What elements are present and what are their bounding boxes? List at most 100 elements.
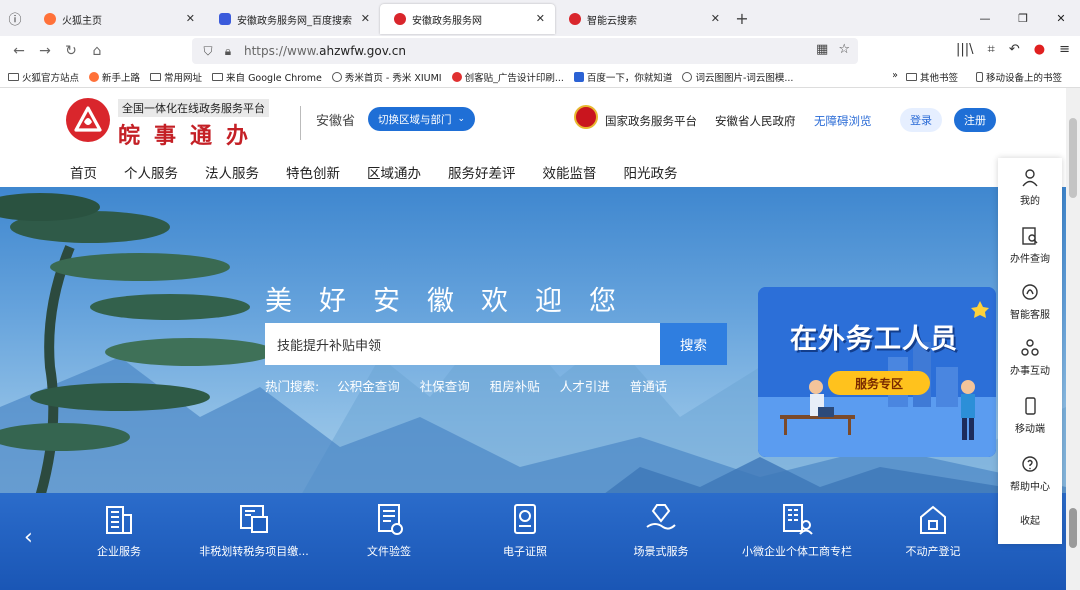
restore-icon[interactable]: ❐ <box>1004 0 1042 36</box>
dock-item-help[interactable]: 帮助中心 <box>998 454 1062 493</box>
service-icon <box>1022 284 1038 300</box>
service-item[interactable]: 场景式服务 <box>596 501 726 559</box>
more-bookmarks-icon[interactable]: » <box>892 70 898 84</box>
mobile-icon <box>1025 397 1036 415</box>
close-tab-icon[interactable]: ✕ <box>186 12 195 25</box>
pine-tree-illustration <box>0 193 275 497</box>
folder-icon <box>905 73 917 81</box>
service-item[interactable]: 不动产登记 <box>868 501 998 559</box>
library-icon[interactable]: |||\ <box>956 42 974 57</box>
dock-item-interact[interactable]: 办事互动 <box>998 338 1062 377</box>
lock-icon[interactable]: 🔒︎ <box>218 44 238 59</box>
national-emblem-icon <box>574 105 598 129</box>
tab-smart-cloud-search[interactable]: 智能云搜索 ✕ <box>555 4 730 34</box>
hot-search-link[interactable]: 租房补贴 <box>490 376 540 395</box>
dock-label: 我的 <box>1020 196 1040 207</box>
site-brand: 皖事通办 <box>118 123 263 149</box>
bookmarks-bar: 火狐官方站点 新手上路 常用网址 来自 Google Chrome 秀米首页 -… <box>0 66 1080 88</box>
accessibility-link[interactable]: 无障碍浏览 <box>814 113 872 129</box>
dock-item-service[interactable]: 智能客服 <box>998 282 1062 321</box>
nav-item-innovation[interactable]: 特色创新 <box>286 162 340 182</box>
firefox-icon <box>44 13 56 25</box>
menu-icon[interactable]: ≡ <box>1059 42 1070 57</box>
close-window-icon[interactable]: ✕ <box>1042 0 1080 36</box>
bookmark-item[interactable]: 创客贴_广告设计印刷... <box>451 70 564 84</box>
bookmark-star-icon[interactable]: ☆ <box>838 42 850 57</box>
hot-search-link[interactable]: 普通话 <box>630 376 668 395</box>
nav-item-supervision[interactable]: 效能监督 <box>543 162 597 182</box>
tab-firefox-home[interactable]: 火狐主页 ✕ <box>30 4 205 34</box>
info-icon[interactable]: ⓘ <box>0 0 30 36</box>
register-button[interactable]: 注册 <box>954 108 996 132</box>
hot-search-link[interactable]: 人才引进 <box>560 376 610 395</box>
scrollbar-thumb-secondary[interactable] <box>1069 508 1077 548</box>
nav-item-corporate[interactable]: 法人服务 <box>205 162 259 182</box>
close-tab-icon[interactable]: ✕ <box>711 12 720 25</box>
nav-item-home[interactable]: 首页 <box>70 162 97 182</box>
nav-item-open-government[interactable]: 阳光政务 <box>624 162 678 182</box>
provincial-government-link[interactable]: 安徽省人民政府 <box>715 113 796 129</box>
baidu-paw-icon <box>573 71 584 82</box>
document-icon <box>378 504 403 535</box>
shield-icon[interactable]: ⛉ <box>198 44 218 59</box>
page-scrollbar[interactable] <box>1066 88 1080 590</box>
banner-pill[interactable]: 服务专区 <box>828 371 930 395</box>
dock-item-query[interactable]: 办件查询 <box>998 226 1062 265</box>
mobile-bookmarks[interactable]: 移动设备上的书签 <box>975 70 1062 84</box>
chevron-down-icon: ⌄ <box>457 114 466 124</box>
chevron-left-icon[interactable]: ‹ <box>24 525 33 550</box>
tab-ahzwfw[interactable]: 安徽政务服务网 ✕ <box>380 4 555 34</box>
bookmark-item[interactable]: 常用网址 <box>150 70 202 84</box>
ahzwfw-favicon-icon <box>394 13 406 25</box>
service-item[interactable]: 非税划转税务项目缴... <box>184 501 324 559</box>
nav-item-regional[interactable]: 区域通办 <box>367 162 421 182</box>
nav-item-personal[interactable]: 个人服务 <box>124 162 178 182</box>
bookmark-item[interactable]: 秀米首页 - 秀米 XIUMI <box>331 70 442 84</box>
search-input[interactable]: 技能提升补贴申领 <box>265 323 660 365</box>
dock-item-mobile[interactable]: 移动端 <box>998 396 1062 435</box>
login-button[interactable]: 登录 <box>900 108 942 132</box>
dock-collapse-button[interactable]: 收起 <box>998 512 1062 527</box>
switch-region-button[interactable]: 切换区域与部门 ⌄ <box>368 107 476 131</box>
reload-icon[interactable]: ↻ <box>58 43 84 59</box>
close-tab-icon[interactable]: ✕ <box>361 12 370 25</box>
hot-search-link[interactable]: 公积金查询 <box>337 376 400 395</box>
forward-icon[interactable]: → <box>32 43 58 59</box>
minimize-icon[interactable]: — <box>966 0 1004 36</box>
bookmark-item[interactable]: 火狐官方站点 <box>8 70 79 84</box>
undo-icon[interactable]: ↶ <box>1009 42 1020 57</box>
address-bar[interactable]: ⛉ 🔒︎ https://www.ahzwfw.gov.cn ▦ ☆ <box>192 38 858 64</box>
bookmark-item[interactable]: 新手上路 <box>89 70 140 84</box>
search-button[interactable]: 搜索 <box>660 323 727 365</box>
home-icon[interactable]: ⌂ <box>84 43 110 59</box>
nav-item-evaluation[interactable]: 服务好差评 <box>448 162 516 182</box>
query-icon <box>1022 227 1038 245</box>
site-logo-icon[interactable] <box>66 98 110 142</box>
national-platform-link[interactable]: 国家政务服务平台 <box>605 113 697 129</box>
service-item[interactable]: 文件验签 <box>324 501 454 559</box>
bookmark-item[interactable]: 词云图图片-词云图模... <box>682 70 793 84</box>
scrollbar-thumb[interactable] <box>1069 118 1077 198</box>
new-tab-icon[interactable]: + <box>730 9 754 28</box>
service-item[interactable]: 小微企业个体工商专栏 <box>732 501 862 559</box>
bookmark-label: 常用网址 <box>164 72 203 84</box>
dock-item-mine[interactable]: 我的 <box>998 168 1062 207</box>
service-item[interactable]: 电子证照 <box>460 501 590 559</box>
service-item[interactable]: 企业服务 <box>54 501 184 559</box>
tab-baidu-search[interactable]: 安徽政务服务网_百度搜索 ✕ <box>205 4 380 34</box>
property-icon <box>920 505 946 534</box>
bookmark-item[interactable]: 来自 Google Chrome <box>212 70 322 84</box>
toolbar-right: |||\ ⌗ ↶ ● ≡ <box>956 42 1070 57</box>
bookmark-item[interactable]: 百度一下，你就知道 <box>573 70 673 84</box>
qr-code-icon[interactable]: ▦ <box>816 42 828 57</box>
bookmark-label: 百度一下，你就知道 <box>586 72 673 84</box>
other-bookmarks[interactable]: 其他书签 <box>905 70 958 84</box>
back-icon[interactable]: ← <box>6 43 32 59</box>
migrant-workers-banner[interactable]: 在外务工人员 服务专区 <box>758 287 996 457</box>
extension-icon[interactable]: ● <box>1034 42 1045 57</box>
service-label: 非税划转税务项目缴... <box>199 545 309 558</box>
hot-search-link[interactable]: 社保查询 <box>420 376 470 395</box>
url-text[interactable]: https://www.ahzwfw.gov.cn <box>244 44 406 58</box>
close-tab-icon[interactable]: ✕ <box>536 12 545 25</box>
screenshot-icon[interactable]: ⌗ <box>988 42 995 57</box>
